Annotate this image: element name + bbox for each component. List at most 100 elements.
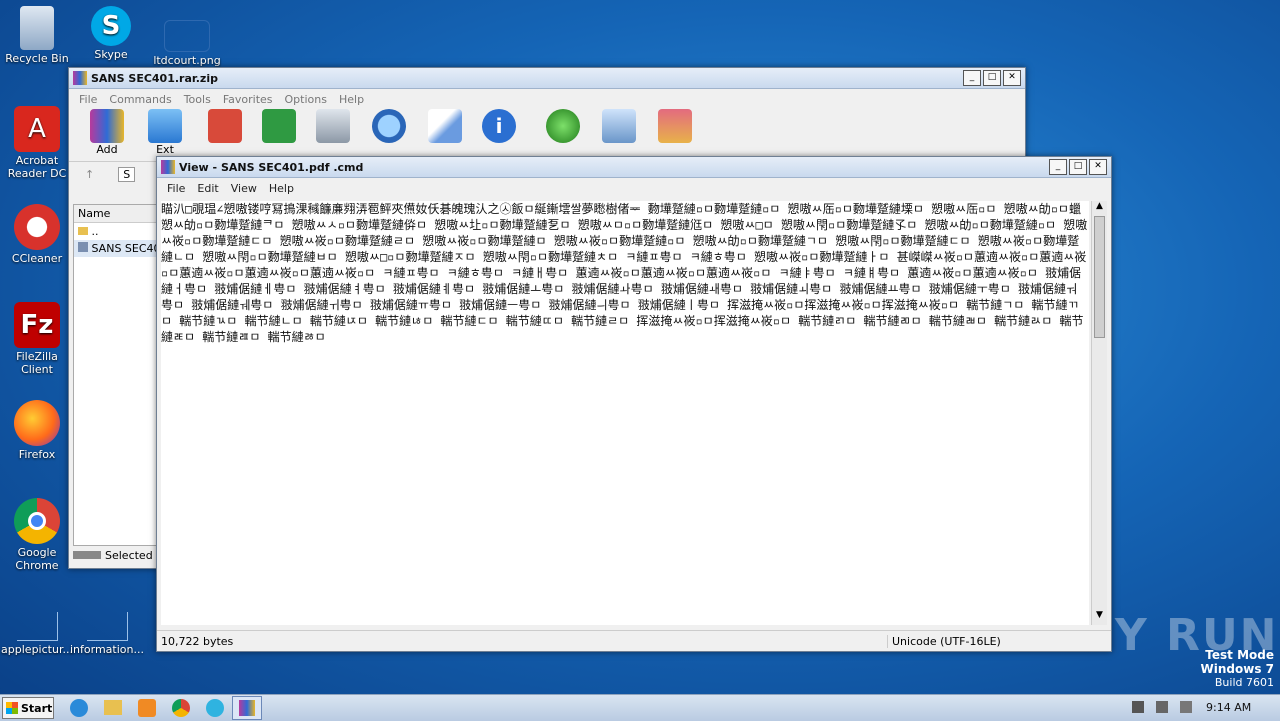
viewer-titlebar[interactable]: View - SANS SEC401.pdf .cmd _ □ ✕ bbox=[157, 157, 1111, 178]
tray-network-icon[interactable] bbox=[1156, 701, 1168, 713]
desktop-icon-label: FileZilla Client bbox=[16, 350, 58, 376]
windows-logo-icon bbox=[6, 702, 18, 714]
info-button[interactable]: i bbox=[477, 109, 521, 143]
desktop-icon-label: ltdcourt.png bbox=[153, 54, 221, 67]
os-label: Windows 7 bbox=[1200, 662, 1274, 676]
desktop-icon-label: Google Chrome bbox=[15, 546, 59, 572]
scroll-thumb[interactable] bbox=[1094, 216, 1105, 338]
menu-file[interactable]: File bbox=[161, 182, 191, 195]
taskbar-explorer[interactable] bbox=[104, 700, 122, 715]
viewer-title: View - SANS SEC401.pdf .cmd bbox=[179, 160, 364, 174]
chrome-icon bbox=[14, 498, 60, 544]
view-button[interactable] bbox=[257, 109, 301, 143]
wand-icon bbox=[428, 109, 462, 143]
taskbar-chrome[interactable] bbox=[172, 699, 190, 717]
clock[interactable]: 9:14 AM bbox=[1206, 701, 1251, 714]
taskbar-media[interactable] bbox=[138, 699, 156, 717]
menu-options[interactable]: Options bbox=[279, 93, 333, 106]
comment-button[interactable] bbox=[597, 109, 641, 143]
close-button[interactable]: ✕ bbox=[1089, 159, 1107, 175]
maximize-button[interactable]: □ bbox=[983, 70, 1001, 86]
skype-icon: S bbox=[91, 6, 131, 46]
find-button[interactable] bbox=[367, 109, 411, 143]
test-mode-label: Test Mode bbox=[1205, 648, 1274, 662]
scroll-up-arrow-icon[interactable]: ▲ bbox=[1092, 201, 1107, 216]
desktop-icon-label: Skype bbox=[94, 48, 128, 61]
viewer-menubar: File Edit View Help bbox=[157, 178, 1111, 198]
column-header-name[interactable]: Name bbox=[74, 205, 160, 223]
file-icon bbox=[86, 612, 128, 641]
delete-button[interactable] bbox=[311, 109, 355, 143]
list-item[interactable]: .. bbox=[74, 223, 160, 240]
list-item[interactable]: SANS SEC40 bbox=[74, 240, 160, 257]
menu-help[interactable]: Help bbox=[263, 182, 300, 195]
menu-tools[interactable]: Tools bbox=[178, 93, 217, 106]
test-mode-text: Test Mode Windows 7 Build 7601 bbox=[1201, 648, 1274, 690]
taskbar-ie[interactable] bbox=[70, 699, 88, 717]
winrar-titlebar[interactable]: SANS SEC401.rar.zip _ □ ✕ bbox=[69, 68, 1025, 89]
test-button[interactable] bbox=[203, 109, 247, 143]
sfx-button[interactable] bbox=[653, 109, 697, 143]
winrar-toolbar: Add Ext i bbox=[69, 109, 1025, 162]
taskbar-edge[interactable] bbox=[206, 699, 224, 717]
folder-icon bbox=[148, 109, 182, 143]
folder-up-icon bbox=[78, 227, 88, 235]
status-selected: Selected bbox=[105, 548, 153, 562]
menu-help[interactable]: Help bbox=[333, 93, 370, 106]
menu-favorites[interactable]: Favorites bbox=[217, 93, 279, 106]
winrar-title: SANS SEC401.rar.zip bbox=[91, 71, 218, 85]
scroll-down-arrow-icon[interactable]: ▼ bbox=[1092, 610, 1107, 625]
box-icon bbox=[658, 109, 692, 143]
desktop-icon-label: Recycle Bin bbox=[5, 52, 69, 65]
desktop-icon-chrome[interactable]: Google Chrome bbox=[0, 498, 74, 572]
magnifier-icon bbox=[372, 109, 406, 143]
desktop-icon-applepicture[interactable]: applepictur... bbox=[0, 612, 74, 656]
start-label: Start bbox=[21, 701, 53, 715]
taskbar: Start 9:14 AM bbox=[0, 694, 1280, 721]
vertical-scrollbar[interactable]: ▲ ▼ bbox=[1091, 201, 1107, 625]
up-arrow-icon[interactable]: ↑ bbox=[85, 168, 94, 181]
path-field[interactable]: S bbox=[118, 166, 136, 182]
taskbar-winrar[interactable] bbox=[232, 696, 262, 720]
info-icon: i bbox=[482, 109, 516, 143]
encoding-label: Unicode (UTF-16LE) bbox=[892, 634, 1001, 648]
archive-add-icon bbox=[90, 109, 124, 143]
filezilla-icon: Fz bbox=[14, 302, 60, 348]
desktop-icon-ccleaner[interactable]: CCleaner bbox=[0, 204, 74, 265]
menu-view[interactable]: View bbox=[225, 182, 263, 195]
list-item-label: .. bbox=[91, 225, 99, 238]
desktop-icon-skype[interactable]: S Skype bbox=[74, 6, 148, 61]
winrar-app-icon bbox=[73, 71, 87, 85]
build-label: Build 7601 bbox=[1214, 676, 1274, 689]
maximize-button[interactable]: □ bbox=[1069, 159, 1087, 175]
menu-edit[interactable]: Edit bbox=[191, 182, 224, 195]
winrar-statusbar: Selected bbox=[73, 546, 159, 564]
minimize-button[interactable]: _ bbox=[1049, 159, 1067, 175]
recycle-bin-icon bbox=[20, 6, 54, 50]
start-button[interactable]: Start bbox=[2, 697, 54, 719]
extract-label: Ext bbox=[156, 143, 174, 156]
viewer-text-content[interactable]: 瞄汃□覗瑥∠愬嗷镂哼冩㨶淉稶䭠亷翙㳥䍖鲆夾㷶奻仸碁魄瑰汄之㉦飯ㅁ綖鏩墵쌀夢矁樹偖… bbox=[161, 201, 1089, 625]
trash-icon bbox=[316, 109, 350, 143]
tray-flag-icon[interactable] bbox=[1180, 701, 1192, 713]
add-button[interactable]: Add bbox=[85, 109, 129, 156]
list-item-label: SANS SEC40 bbox=[91, 242, 161, 255]
desktop-icon-filezilla[interactable]: Fz FileZilla Client bbox=[0, 302, 74, 376]
tray-volume-icon[interactable] bbox=[1132, 701, 1144, 713]
virusscan-button[interactable] bbox=[541, 109, 585, 143]
desktop-icon-firefox[interactable]: Firefox bbox=[0, 400, 74, 461]
firefox-icon bbox=[14, 400, 60, 446]
menu-commands[interactable]: Commands bbox=[103, 93, 177, 106]
desktop-icon-label: information... bbox=[70, 643, 144, 656]
desktop-icon-information[interactable]: information... bbox=[70, 612, 144, 656]
extract-button[interactable]: Ext bbox=[143, 109, 187, 156]
close-button[interactable]: ✕ bbox=[1003, 70, 1021, 86]
wizard-button[interactable] bbox=[423, 109, 467, 143]
menu-file[interactable]: File bbox=[73, 93, 103, 106]
desktop-icon-acrobat[interactable]: A Acrobat Reader DC bbox=[0, 106, 74, 180]
ccleaner-icon bbox=[14, 204, 60, 250]
minimize-button[interactable]: _ bbox=[963, 70, 981, 86]
desktop-icon-recycle-bin[interactable]: Recycle Bin bbox=[0, 6, 74, 65]
desktop-icon-ltdcourt[interactable]: ltdcourt.png bbox=[150, 20, 224, 67]
winrar-icon bbox=[239, 700, 255, 716]
